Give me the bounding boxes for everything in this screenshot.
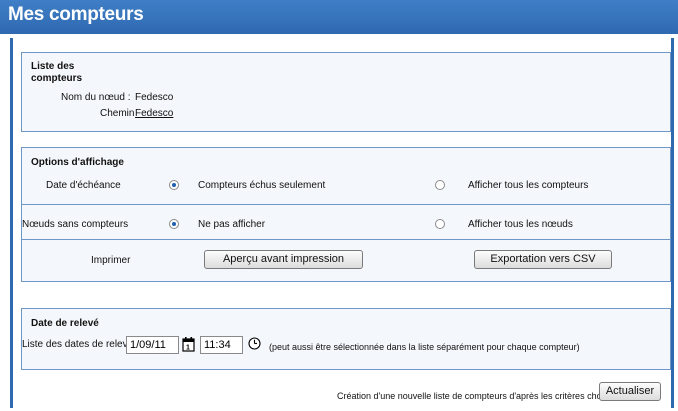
display-options-panel: Options d'affichage Date d'échéance Comp… bbox=[21, 147, 671, 282]
options-divider-1 bbox=[22, 204, 670, 205]
reading-date-input[interactable] bbox=[126, 336, 179, 354]
due-date-label: Date d'échéance bbox=[46, 180, 121, 191]
reading-date-panel: Date de relevé Liste des dates de relevé… bbox=[21, 308, 671, 370]
print-label: Imprimer bbox=[91, 255, 131, 266]
reading-date-heading: Date de relevé bbox=[31, 318, 99, 329]
print-preview-button[interactable]: Aperçu avant impression bbox=[204, 250, 363, 269]
all-meters-radio[interactable] bbox=[435, 180, 445, 190]
all-meters-label: Afficher tous les compteurs bbox=[468, 180, 589, 191]
due-only-label: Compteurs échus seulement bbox=[198, 180, 326, 191]
due-only-radio[interactable] bbox=[169, 180, 179, 190]
calendar-icon[interactable]: 1 bbox=[182, 336, 196, 355]
svg-text:1: 1 bbox=[186, 345, 190, 352]
hide-nodes-label: Ne pas afficher bbox=[198, 219, 266, 230]
node-name-value: Fedesco bbox=[135, 92, 174, 103]
nodes-without-meters-label: Nœuds sans compteurs bbox=[22, 219, 129, 230]
reading-date-note: (peut aussi être sélectionnée dans la li… bbox=[269, 342, 580, 352]
path-label: Chemin bbox=[100, 108, 135, 119]
path-link[interactable]: Fedesco bbox=[135, 108, 173, 119]
options-divider-2 bbox=[22, 239, 670, 240]
meter-list-panel: Liste des compteurs Nom du nœud : Fedesc… bbox=[21, 52, 671, 132]
meter-list-heading-line2: compteurs bbox=[31, 73, 83, 84]
display-options-heading: Options d'affichage bbox=[31, 157, 124, 168]
refresh-button[interactable]: Actualiser bbox=[599, 382, 661, 401]
page-title: Mes compteurs bbox=[8, 4, 144, 25]
page-header: Mes compteurs bbox=[0, 0, 678, 34]
clock-icon[interactable] bbox=[248, 337, 261, 353]
main-content: Liste des compteurs Nom du nœud : Fedesc… bbox=[10, 38, 674, 408]
meter-list-heading-line1: Liste des bbox=[31, 61, 75, 72]
export-csv-button[interactable]: Exportation vers CSV bbox=[474, 250, 612, 269]
reading-dates-label: Liste des dates de relevé bbox=[22, 339, 134, 350]
hide-nodes-radio[interactable] bbox=[169, 219, 179, 229]
footer-text: Création d'une nouvelle liste de compteu… bbox=[337, 391, 618, 401]
all-nodes-radio[interactable] bbox=[435, 219, 445, 229]
all-nodes-label: Afficher tous les nœuds bbox=[468, 219, 573, 230]
node-name-label: Nom du nœud : bbox=[61, 92, 131, 103]
reading-time-input[interactable] bbox=[200, 336, 243, 354]
